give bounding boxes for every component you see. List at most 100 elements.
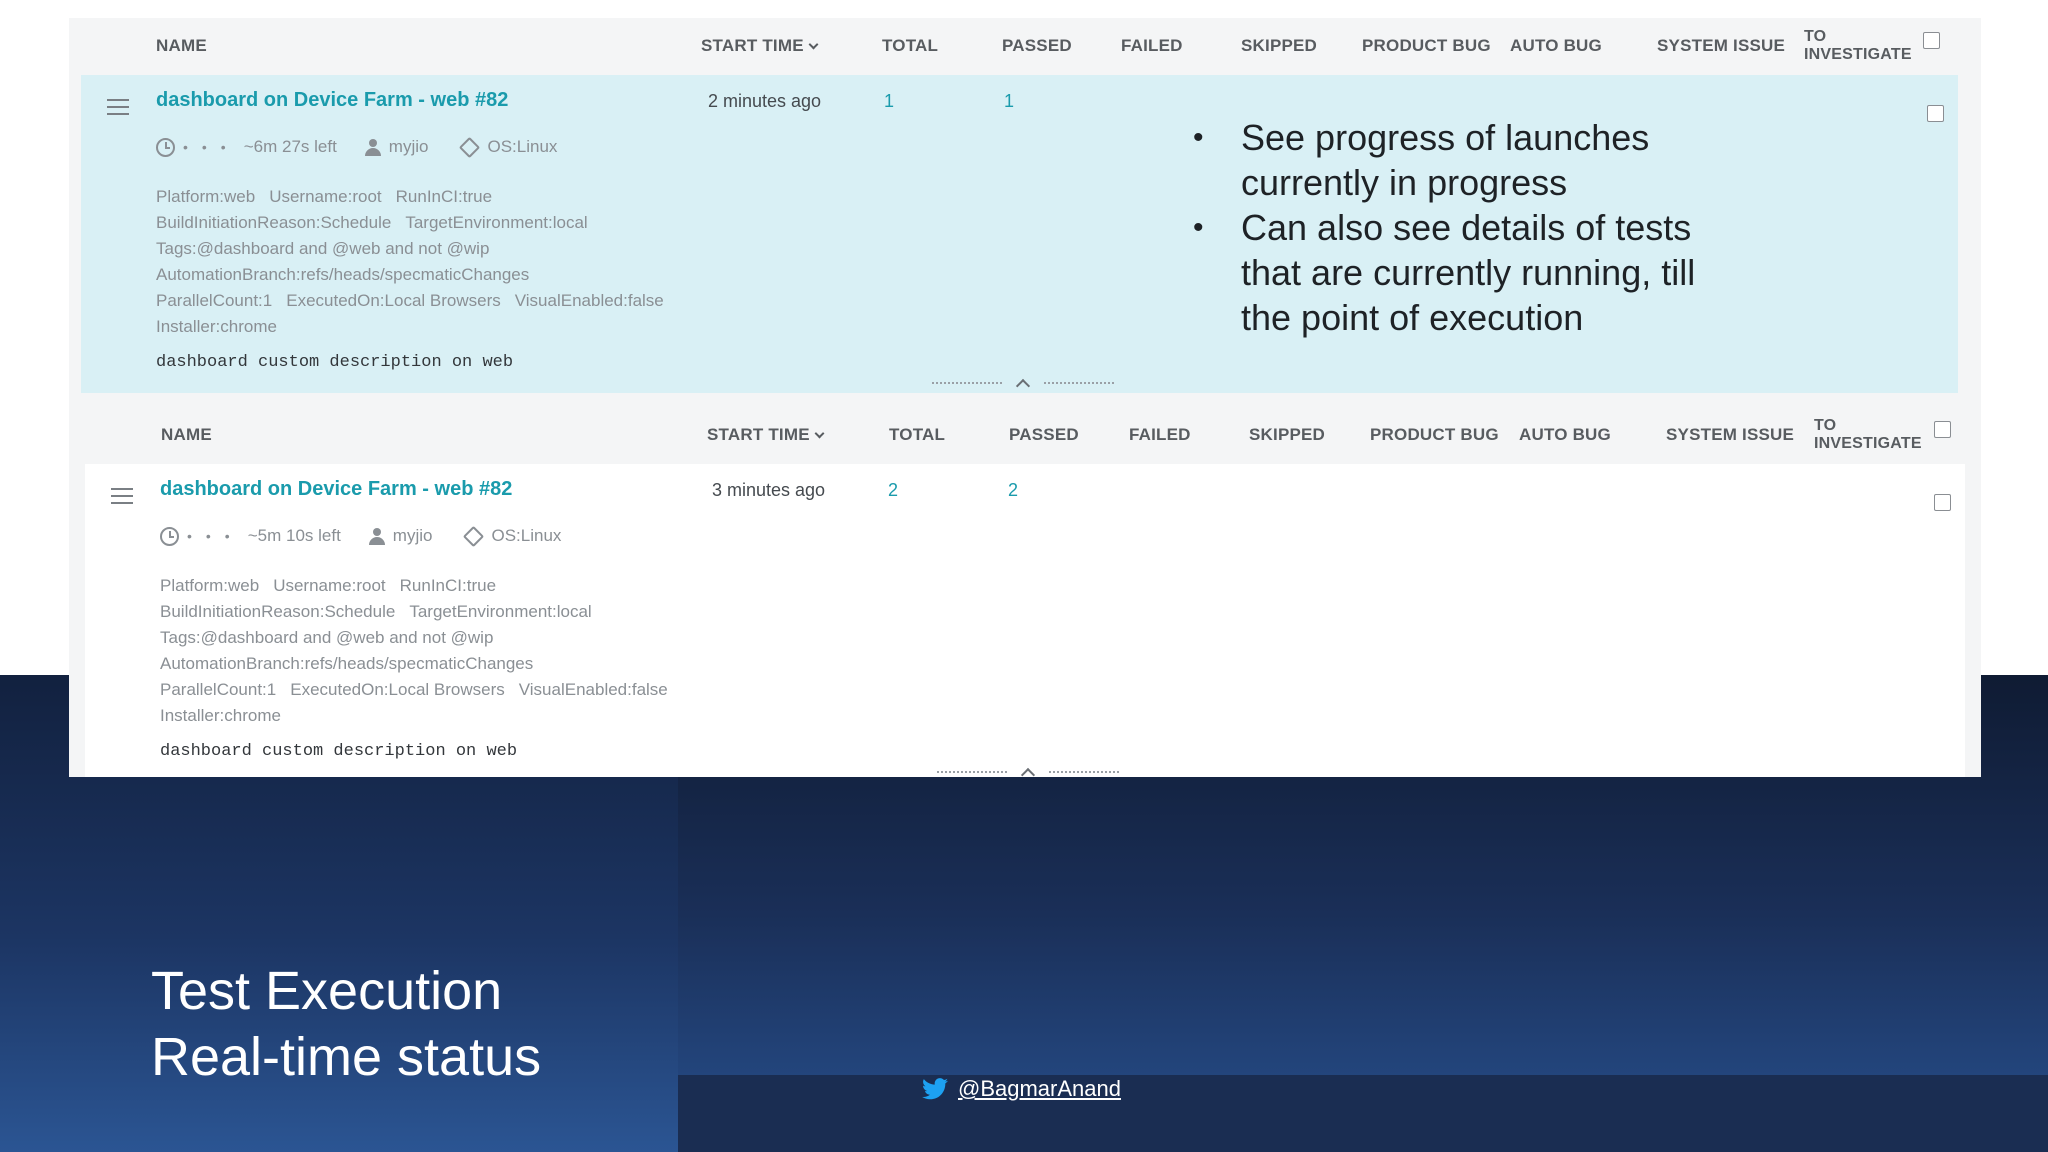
attribute[interactable]: TargetEnvironment:local [405, 213, 587, 232]
col-skipped[interactable]: SKIPPED [1249, 407, 1325, 463]
user-icon [364, 138, 381, 156]
launch-checkbox[interactable] [1934, 494, 1951, 511]
attribute[interactable]: AutomationBranch:refs/heads/specmaticCha… [156, 265, 529, 284]
twitter-handle-link[interactable]: @BagmarAnand [958, 1076, 1121, 1102]
col-auto-bug[interactable]: AUTO BUG [1510, 18, 1602, 74]
launch-passed[interactable]: 2 [1008, 480, 1018, 501]
select-all-checkbox[interactable] [1923, 32, 1940, 49]
col-to-investigate-l1: TO [1804, 28, 1827, 45]
clock-icon [160, 526, 179, 546]
launch-start-time: 3 minutes ago [712, 480, 826, 500]
col-system-issue[interactable]: SYSTEM ISSUE [1657, 18, 1785, 74]
col-to-investigate-l1: TO [1814, 417, 1837, 434]
divider [937, 771, 1007, 773]
tag-icon [459, 136, 481, 158]
twitter-icon [922, 1078, 948, 1100]
col-to-investigate[interactable]: TO INVESTIGATE [1804, 18, 1912, 74]
launch-owner: myjio [388, 137, 429, 156]
col-passed[interactable]: PASSED [1002, 18, 1072, 74]
launch-total[interactable]: 1 [884, 91, 894, 112]
collapse-toggle[interactable] [932, 375, 1114, 394]
attr-line: BuildInitiationReason:Schedule TargetEnvi… [156, 213, 602, 233]
col-product-bug[interactable]: PRODUCT BUG [1370, 407, 1499, 463]
launch-total[interactable]: 2 [888, 480, 898, 501]
launch-os[interactable]: OS:Linux [487, 137, 557, 157]
launch-meta: ••• ~6m 27s left myjio OS:Linux [156, 136, 557, 158]
attribute[interactable]: Username:root [269, 187, 381, 206]
attribute[interactable]: AutomationBranch:refs/heads/specmaticCha… [160, 654, 533, 673]
menu-icon[interactable] [107, 99, 129, 115]
attribute[interactable]: Installer:chrome [156, 317, 277, 336]
slide-footer-strip [678, 1075, 2048, 1152]
attribute[interactable]: Platform:web [156, 187, 255, 206]
launch-name-link[interactable]: dashboard on Device Farm - web #82 [156, 89, 508, 112]
launch-owner: myjio [392, 526, 433, 545]
select-all-checkbox[interactable] [1934, 421, 1951, 438]
tag-icon [463, 525, 485, 547]
attr-line: Tags:@dashboard and @web and not @wip [160, 628, 507, 648]
progress-dots-icon: ••• [183, 139, 240, 155]
attr-line: Installer:chrome [156, 317, 291, 337]
attr-line: Platform:web Username:root RunInCI:true [156, 187, 506, 207]
col-to-investigate-l2: INVESTIGATE [1804, 46, 1912, 63]
menu-icon[interactable] [111, 488, 133, 504]
attribute[interactable]: Tags:@dashboard and @web and not @wip [160, 628, 493, 647]
launch-os[interactable]: OS:Linux [491, 526, 561, 546]
bullet-item: Can also see details of tests that are c… [1188, 205, 1748, 340]
launch-description: dashboard custom description on web [160, 742, 518, 761]
col-auto-bug[interactable]: AUTO BUG [1519, 407, 1611, 463]
col-system-issue[interactable]: SYSTEM ISSUE [1666, 407, 1794, 463]
attribute[interactable]: Tags:@dashboard and @web and not @wip [156, 239, 489, 258]
attribute[interactable]: RunInCI:true [396, 187, 492, 206]
launch-meta: ••• ~5m 10s left myjio OS:Linux [160, 525, 561, 547]
launch-name-link[interactable]: dashboard on Device Farm - web #82 [160, 478, 512, 501]
clock-icon [156, 137, 175, 157]
col-start-time[interactable]: START TIME [707, 407, 825, 463]
attribute[interactable]: VisualEnabled:false [519, 680, 668, 699]
attribute[interactable]: Platform:web [160, 576, 259, 595]
attribute[interactable]: BuildInitiationReason:Schedule [160, 602, 395, 621]
divider [1049, 771, 1119, 773]
attribute[interactable]: RunInCI:true [400, 576, 496, 595]
col-skipped[interactable]: SKIPPED [1241, 18, 1317, 74]
col-name[interactable]: NAME [161, 407, 212, 463]
attribute[interactable]: VisualEnabled:false [515, 291, 664, 310]
attribute[interactable]: ParallelCount:1 [160, 680, 276, 699]
col-failed[interactable]: FAILED [1121, 18, 1183, 74]
collapse-toggle[interactable] [937, 764, 1119, 783]
attribute[interactable]: ExecutedOn:Local Browsers [290, 680, 505, 699]
attr-line: Tags:@dashboard and @web and not @wip [156, 239, 503, 259]
slide-title-line1: Test Execution [151, 961, 503, 1021]
launch-checkbox[interactable] [1927, 105, 1944, 122]
col-failed[interactable]: FAILED [1129, 407, 1191, 463]
col-total[interactable]: TOTAL [882, 18, 938, 74]
time-left: ~5m 10s left [247, 526, 341, 545]
col-name[interactable]: NAME [156, 18, 207, 74]
col-total[interactable]: TOTAL [889, 407, 945, 463]
attr-line: ParallelCount:1 ExecutedOn:Local Browsers… [160, 680, 682, 700]
slide-title-line2: Real-time status [151, 1027, 542, 1087]
col-passed[interactable]: PASSED [1009, 407, 1079, 463]
twitter-credit: @BagmarAnand [922, 1076, 1121, 1102]
attribute[interactable]: ExecutedOn:Local Browsers [286, 291, 501, 310]
attribute[interactable]: Username:root [273, 576, 385, 595]
attribute[interactable]: TargetEnvironment:local [409, 602, 591, 621]
table-header: NAME START TIME TOTAL PASSED FAILED SKIP… [69, 18, 1981, 74]
launch-description: dashboard custom description on web [156, 353, 514, 372]
attr-line: AutomationBranch:refs/heads/specmaticCha… [156, 265, 543, 285]
col-to-investigate-l2: INVESTIGATE [1814, 435, 1922, 452]
divider [932, 382, 1002, 384]
bullet-item: See progress of launches currently in pr… [1188, 115, 1748, 205]
col-start-time[interactable]: START TIME [701, 18, 819, 74]
slide-bullets: See progress of launches currently in pr… [1188, 115, 1748, 340]
divider [1044, 382, 1114, 384]
chevron-up-icon [1015, 378, 1031, 394]
attribute[interactable]: Installer:chrome [160, 706, 281, 725]
col-to-investigate[interactable]: TO INVESTIGATE [1814, 407, 1922, 463]
attribute[interactable]: BuildInitiationReason:Schedule [156, 213, 391, 232]
attribute[interactable]: ParallelCount:1 [156, 291, 272, 310]
attr-line: ParallelCount:1 ExecutedOn:Local Browsers… [156, 291, 678, 311]
col-product-bug[interactable]: PRODUCT BUG [1362, 18, 1491, 74]
chevron-up-icon [1020, 767, 1036, 783]
launch-passed[interactable]: 1 [1004, 91, 1014, 112]
